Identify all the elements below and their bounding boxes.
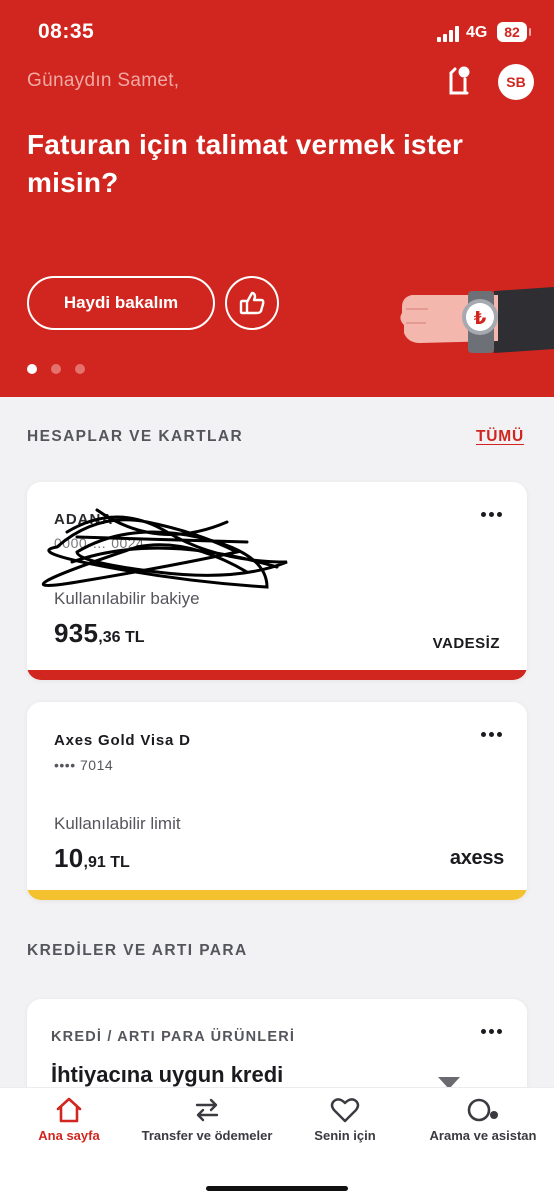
network-type: 4G — [466, 24, 488, 41]
limit-label: Kullanılabilir limit — [54, 814, 181, 833]
see-all-link[interactable]: TÜMÜ — [476, 428, 524, 446]
banner-headline: Faturan için talimat vermek ister misin? — [27, 129, 464, 198]
notification-bell-icon — [449, 66, 470, 95]
tab-home-label: Ana sayfa — [38, 1128, 100, 1143]
thumbs-up-icon — [239, 291, 265, 315]
balance-amount: 935,36 TL — [54, 618, 145, 648]
tab-for-you-label: Senin için — [314, 1128, 376, 1143]
accounts-section-title: HESAPLAR VE KARTLAR — [27, 428, 244, 445]
account-type: VADESİZ — [432, 635, 500, 652]
status-bar: 08:35 4G 82 — [0, 0, 554, 66]
account-accent-bar — [27, 670, 527, 680]
card-accent-bar — [27, 890, 527, 900]
card-more-button[interactable] — [481, 732, 503, 738]
notifications-button[interactable] — [443, 63, 475, 99]
heart-icon — [330, 1098, 360, 1123]
carousel-dot[interactable] — [27, 364, 37, 374]
credits-section-title: KREDİLER VE ARTI PARA — [27, 942, 248, 959]
credit-products-title: İhtiyacına uygun kredi — [51, 1062, 284, 1087]
profile-avatar[interactable]: SB — [498, 64, 534, 100]
credit-more-button[interactable] — [481, 1029, 503, 1035]
credit-card-tile[interactable]: Axes Gold Visa D •••• 7014 Kullanılabili… — [27, 702, 527, 900]
account-more-button[interactable] — [481, 512, 503, 518]
axess-logo: axess — [449, 847, 504, 869]
tab-home[interactable]: Ana sayfa — [0, 1088, 138, 1158]
search-assistant-icon — [467, 1098, 498, 1122]
bottom-tab-bar: Ana sayfa Transfer ve ödemeler Senin içi… — [0, 1087, 554, 1200]
tab-transfer[interactable]: Transfer ve ödemeler — [138, 1088, 276, 1158]
tab-for-you[interactable]: Senin için — [276, 1088, 414, 1158]
status-time: 08:35 — [38, 20, 95, 43]
tab-search-assistant[interactable]: Arama ve asistan — [414, 1088, 552, 1158]
balance-label: Kullanılabilir bakiye — [54, 589, 200, 608]
tab-transfer-label: Transfer ve ödemeler — [141, 1128, 273, 1143]
tab-search-assistant-label: Arama ve asistan — [429, 1128, 537, 1143]
card-number: •••• 7014 — [54, 757, 114, 773]
account-card[interactable]: ADANA 0000-… 0024 Kullanılabilir bakiye … — [27, 482, 527, 680]
limit-amount: 10,91 TL — [54, 843, 130, 873]
card-name: Axes Gold Visa D — [54, 732, 191, 749]
carousel-dot[interactable] — [75, 364, 85, 374]
transfer-icon — [195, 1098, 219, 1122]
banner-cta-button[interactable]: Haydi bakalım — [27, 276, 215, 330]
promo-banner: 08:35 4G 82 Günaydın Samet, SB Faturan i… — [0, 0, 554, 397]
redaction-scribble — [41, 508, 288, 589]
greeting-text: Günaydın Samet, — [27, 70, 180, 91]
home-indicator — [206, 1186, 348, 1191]
credit-products-subtitle: KREDİ / ARTI PARA ÜRÜNLERİ — [51, 1029, 296, 1045]
home-icon — [56, 1097, 82, 1123]
battery-icon: 82 — [497, 22, 531, 42]
wrist-watch-illustration: ₺ — [400, 287, 554, 353]
signal-icon — [437, 26, 459, 42]
svg-text:₺: ₺ — [474, 308, 487, 329]
carousel-dot[interactable] — [51, 364, 61, 374]
like-button[interactable] — [225, 276, 279, 330]
